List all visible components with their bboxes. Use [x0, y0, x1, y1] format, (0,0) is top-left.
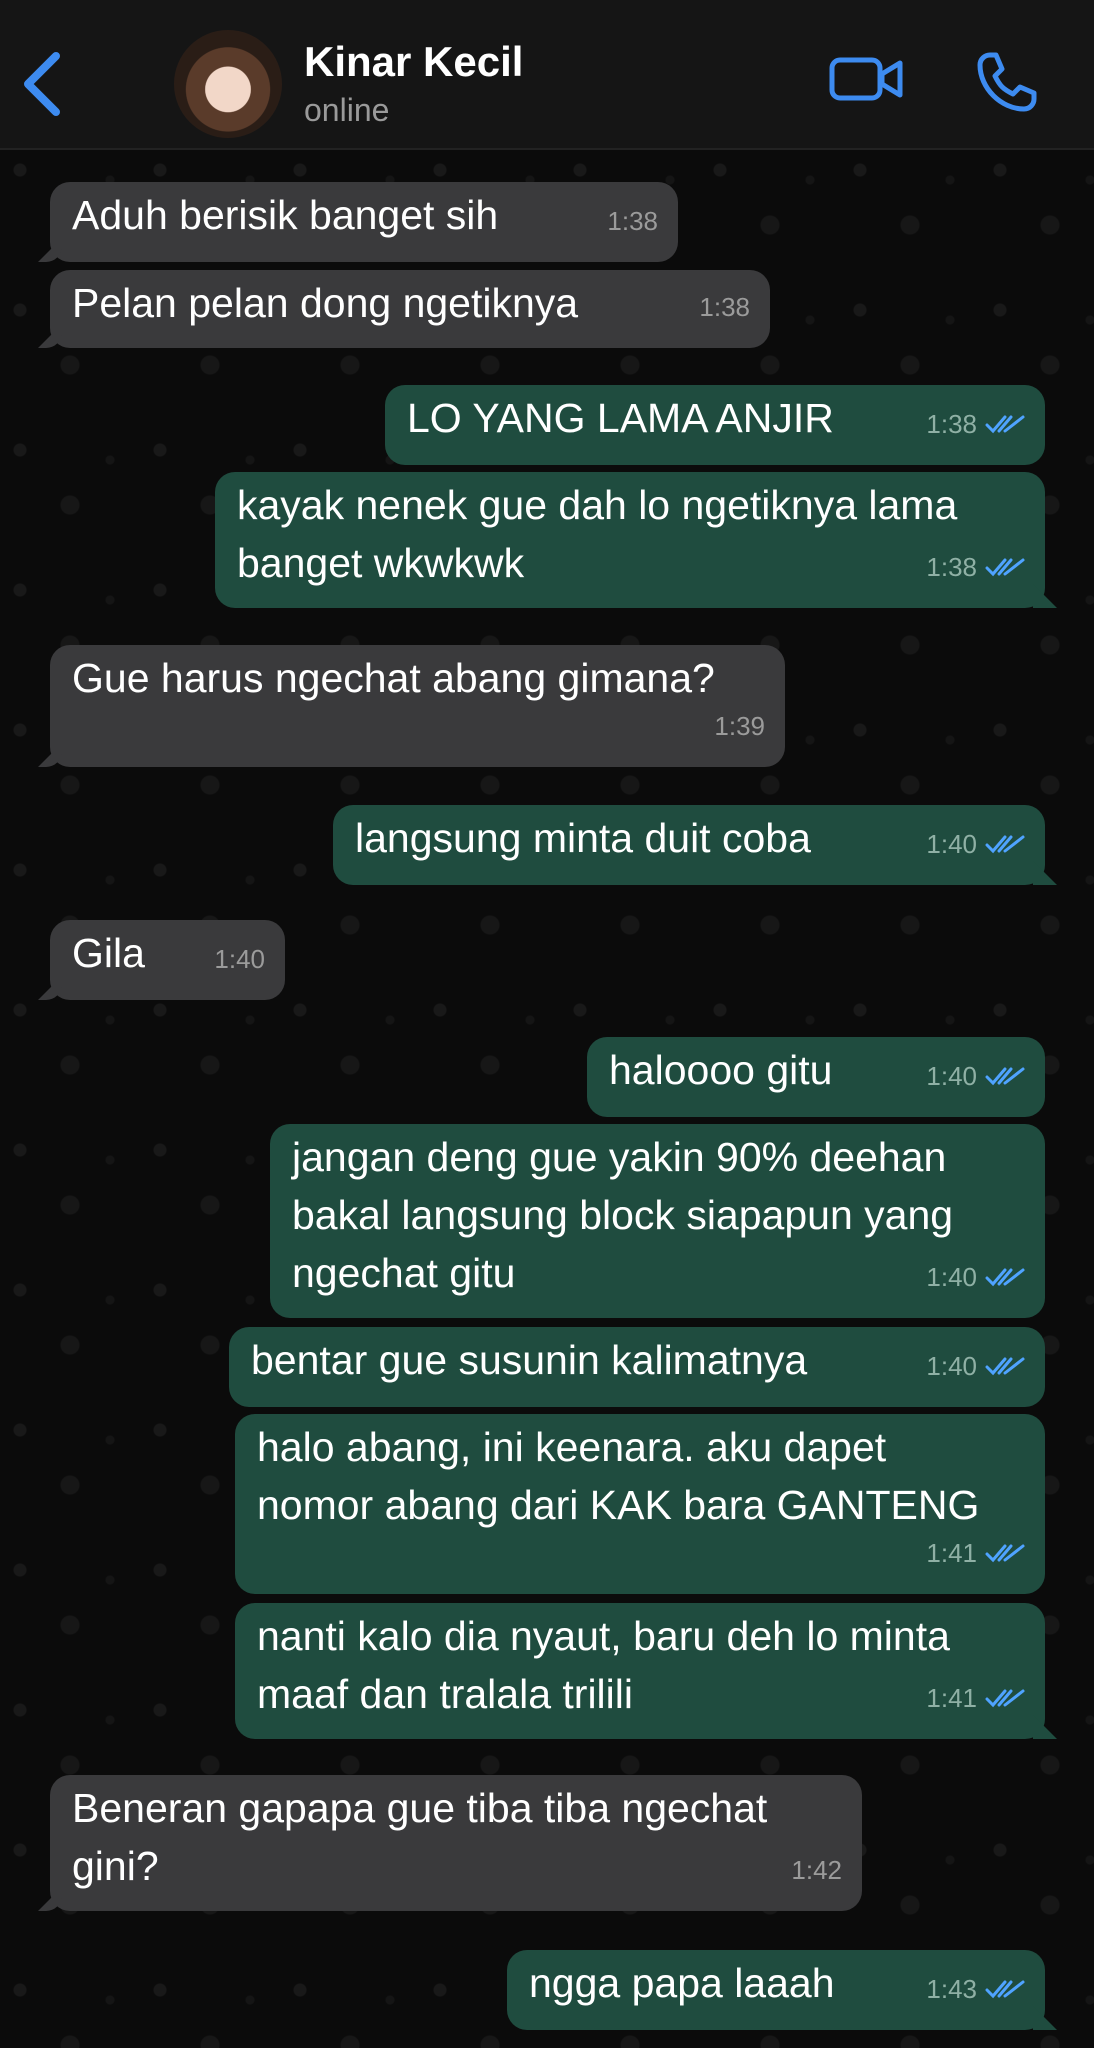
message-outgoing[interactable]: halo abang, ini keenara. aku dapet nomor… — [235, 1414, 1045, 1594]
message-text: bentar gue susunin kalimatnya — [251, 1337, 808, 1383]
message-meta: 1:38 — [607, 192, 658, 250]
message-meta: 1:40 — [926, 1248, 1025, 1306]
message-time: 1:43 — [926, 1974, 977, 2004]
message-time: 1:38 — [926, 409, 977, 439]
message-text: jangan deng gue yakin 90% deehan bakal l… — [292, 1134, 954, 1296]
message-meta: 1:38 — [926, 538, 1025, 596]
message-text: Aduh berisik banget sih — [72, 192, 499, 238]
read-receipt-icon — [985, 1067, 1025, 1086]
message-meta: 1:40 — [214, 930, 265, 988]
read-receipt-icon — [985, 1980, 1025, 1999]
message-time: 1:40 — [926, 829, 977, 859]
contact-name[interactable]: Kinar Kecil — [304, 38, 523, 86]
message-list[interactable]: Aduh berisik banget sih 1:38 Pelan pelan… — [0, 150, 1094, 2048]
video-call-icon[interactable] — [828, 54, 904, 104]
message-time: 1:38 — [607, 206, 658, 236]
message-outgoing[interactable]: jangan deng gue yakin 90% deehan bakal l… — [270, 1124, 1045, 1318]
message-incoming[interactable]: Pelan pelan dong ngetiknya 1:38 — [50, 270, 770, 348]
back-chevron-icon[interactable] — [18, 48, 68, 120]
message-text: Pelan pelan dong ngetiknya — [72, 280, 579, 326]
message-text: halo abang, ini keenara. aku dapet nomor… — [257, 1424, 980, 1528]
message-incoming[interactable]: Gila 1:40 — [50, 920, 285, 1000]
message-time: 1:41 — [926, 1683, 977, 1713]
message-text: langsung minta duit coba — [355, 815, 811, 861]
message-outgoing[interactable]: haloooo gitu 1:40 — [587, 1037, 1045, 1117]
message-time: 1:40 — [926, 1061, 977, 1091]
read-receipt-icon — [985, 835, 1025, 854]
message-time: 1:42 — [791, 1855, 842, 1885]
message-meta: 1:38 — [926, 395, 1025, 453]
message-meta: 1:40 — [926, 815, 1025, 873]
read-receipt-icon — [985, 1357, 1025, 1376]
message-time: 1:38 — [699, 292, 750, 322]
voice-call-icon[interactable] — [975, 50, 1039, 114]
message-meta: 1:39 — [714, 697, 765, 755]
message-time: 1:40 — [926, 1351, 977, 1381]
contact-status: online — [304, 92, 390, 128]
contact-avatar[interactable] — [174, 30, 282, 138]
message-time: 1:40 — [214, 944, 265, 974]
message-time: 1:40 — [926, 1262, 977, 1292]
message-incoming[interactable]: Gue harus ngechat abang gimana? 1:39 — [50, 645, 785, 767]
message-outgoing[interactable]: langsung minta duit coba 1:40 — [333, 805, 1045, 885]
message-time: 1:39 — [714, 711, 765, 741]
message-outgoing[interactable]: ngga papa laaah 1:43 — [507, 1950, 1045, 2030]
message-incoming[interactable]: Beneran gapapa gue tiba tiba ngechat gin… — [50, 1775, 862, 1911]
message-meta: 1:41 — [926, 1524, 1025, 1582]
message-meta: 1:43 — [926, 1960, 1025, 2018]
read-receipt-icon — [985, 558, 1025, 577]
message-time: 1:41 — [926, 1538, 977, 1568]
message-meta: 1:42 — [791, 1841, 842, 1899]
message-incoming[interactable]: Aduh berisik banget sih 1:38 — [50, 182, 678, 262]
read-receipt-icon — [985, 1268, 1025, 1287]
message-meta: 1:38 — [699, 278, 750, 336]
message-time: 1:38 — [926, 552, 977, 582]
chat-header: Kinar Kecil online — [0, 0, 1094, 150]
message-outgoing[interactable]: kayak nenek gue dah lo ngetiknya lama ba… — [215, 472, 1045, 608]
message-outgoing[interactable]: bentar gue susunin kalimatnya 1:40 — [229, 1327, 1045, 1407]
read-receipt-icon — [985, 415, 1025, 434]
message-text: kayak nenek gue dah lo ngetiknya lama ba… — [237, 482, 958, 586]
message-outgoing[interactable]: nanti kalo dia nyaut, baru deh lo minta … — [235, 1603, 1045, 1739]
read-receipt-icon — [985, 1689, 1025, 1708]
message-text: Gue harus ngechat abang gimana? — [72, 655, 715, 701]
message-meta: 1:41 — [926, 1669, 1025, 1727]
message-meta: 1:40 — [926, 1337, 1025, 1395]
message-meta: 1:40 — [926, 1047, 1025, 1105]
message-outgoing[interactable]: LO YANG LAMA ANJIR 1:38 — [385, 385, 1045, 465]
message-text: Beneran gapapa gue tiba tiba ngechat gin… — [72, 1785, 768, 1889]
read-receipt-icon — [985, 1544, 1025, 1563]
message-text: nanti kalo dia nyaut, baru deh lo minta … — [257, 1613, 950, 1717]
